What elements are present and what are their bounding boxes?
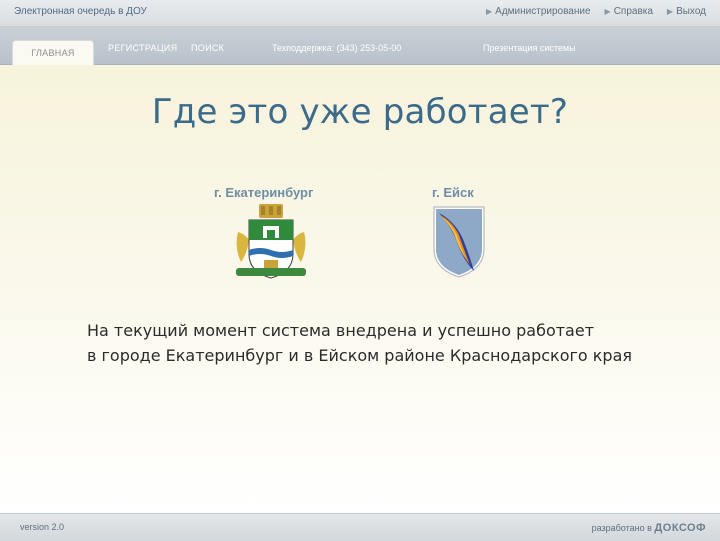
city-label-yeysk: г. Ейск	[432, 185, 474, 200]
admin-link[interactable]: ▶ Администрирование	[486, 6, 591, 17]
tab-registration[interactable]: РЕГИСТРАЦИЯ	[108, 43, 177, 53]
arrow-right-icon: ▶	[666, 7, 674, 16]
tab-main-label: ГЛАВНАЯ	[31, 48, 75, 58]
app-title: Электронная очередь в ДОУ	[14, 6, 147, 17]
ekaterinburg-coat-of-arms-icon[interactable]	[232, 202, 310, 282]
top-bar: Электронная очередь в ДОУ ▶ Администриров…	[0, 0, 720, 27]
tab-search[interactable]: ПОИСК	[191, 43, 224, 53]
support-phone: Техподдержка: (343) 253-05-00	[272, 43, 402, 53]
city-label-ekaterinburg: г. Екатеринбург	[214, 185, 314, 200]
page-title: Где это уже работает?	[151, 92, 569, 132]
main-content: Где это уже работает? г. Екатеринбург г.…	[0, 65, 720, 513]
nav-bar: ГЛАВНАЯ РЕГИСТРАЦИЯ ПОИСК Техподдержка: …	[0, 27, 720, 66]
arrow-right-icon: ▶	[604, 7, 611, 16]
description-line-2: в городе Екатеринбург и в Ейском районе …	[87, 346, 633, 365]
help-link[interactable]: ▶ Справка	[605, 6, 653, 17]
developer-logo[interactable]: ДОКСОФ	[654, 522, 706, 534]
description: На текущий момент система внедрена и усп…	[87, 318, 687, 368]
presentation-link[interactable]: Презентация системы	[483, 43, 576, 53]
developer-credit: разработано в ДОКСОФ	[592, 522, 706, 534]
arrow-right-icon: ▶	[486, 7, 493, 16]
description-line-1: На текущий момент система внедрена и усп…	[87, 321, 595, 340]
yeysk-coat-of-arms-icon[interactable]	[430, 205, 488, 279]
logout-link[interactable]: ▶ Выход	[667, 6, 706, 17]
version-label: version 2.0	[20, 522, 65, 532]
top-links: ▶ Администрирование ▶ Справка ▶ Выход	[486, 6, 706, 17]
developer-credit-text: разработано в	[591, 523, 652, 533]
footer: version 2.0 разработано в ДОКСОФ	[0, 513, 720, 541]
tab-main[interactable]: ГЛАВНАЯ	[12, 40, 94, 66]
